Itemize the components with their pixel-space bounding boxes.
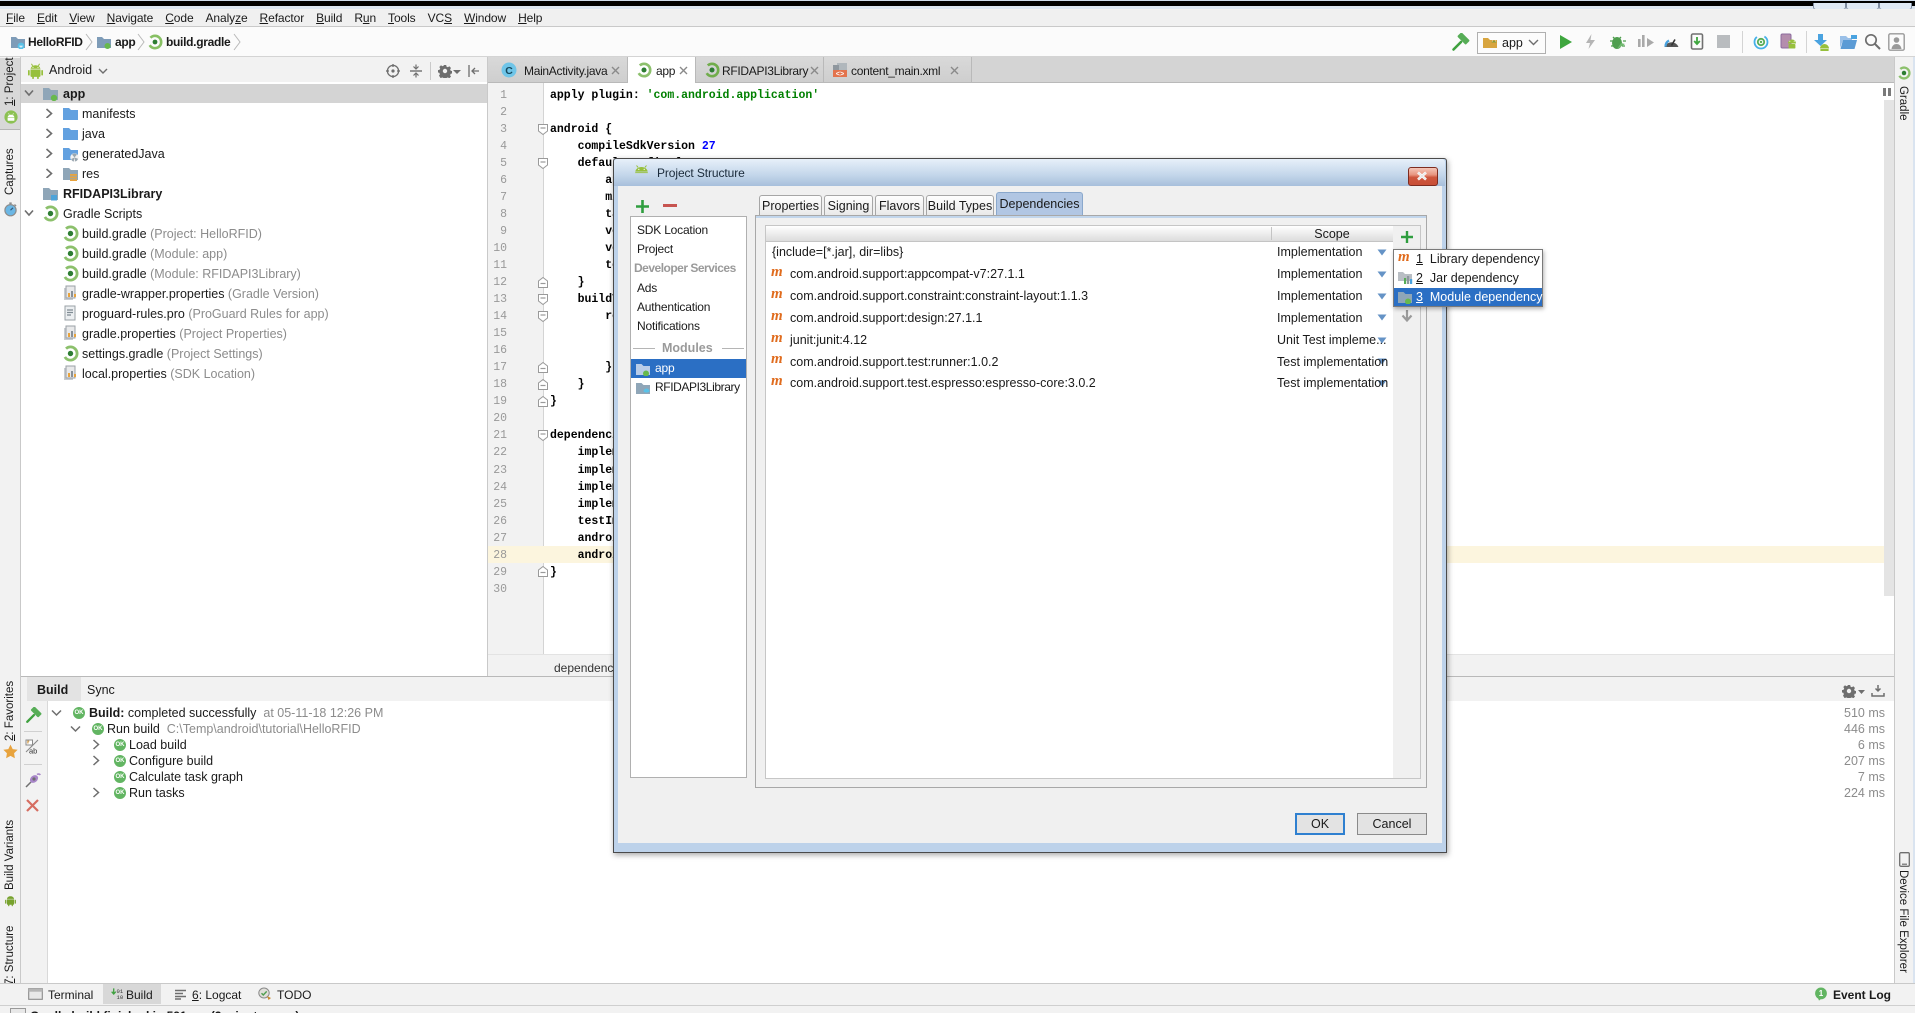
svg-text:C: C: [505, 65, 513, 77]
svg-text:1: 1: [1819, 989, 1824, 998]
svg-text:<>: <>: [836, 71, 844, 78]
svg-text:10: 10: [117, 994, 124, 1001]
svg-text:ab: ab: [29, 747, 37, 756]
